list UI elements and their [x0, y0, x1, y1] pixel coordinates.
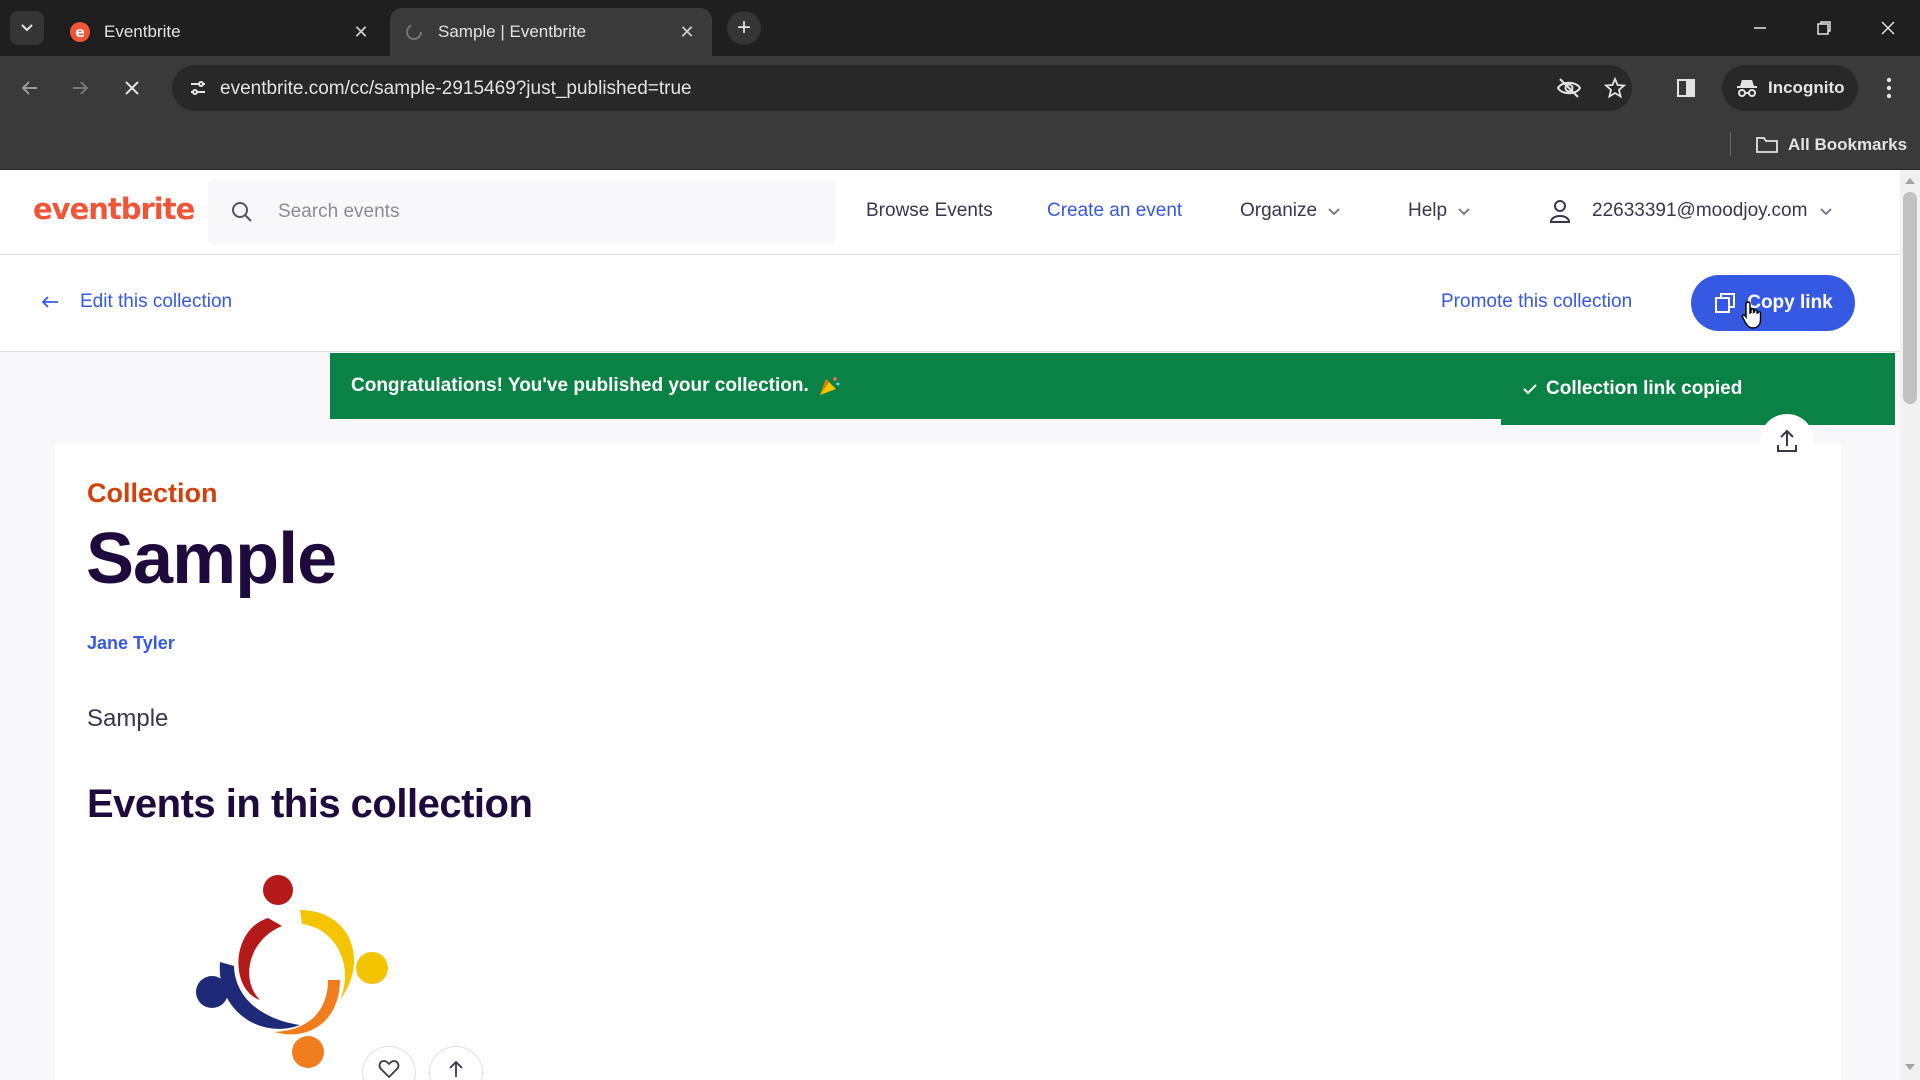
browser-toolbar: eventbrite.com/cc/sample-2915469?just_pu… — [0, 56, 1920, 120]
collection-description: Sample — [87, 705, 169, 732]
copy-icon — [1715, 293, 1736, 313]
restore-button[interactable] — [1804, 10, 1844, 46]
back-button[interactable] — [10, 68, 50, 108]
organize-label: Organize — [1240, 200, 1318, 221]
user-email: 22633391@moodjoy.com — [1592, 200, 1808, 221]
page-scrollbar[interactable] — [1900, 170, 1920, 1080]
browser-tabstrip: e Eventbrite ✕ Sample | Eventbrite ✕ + — [0, 0, 1920, 56]
scroll-up-arrow-icon[interactable] — [1904, 176, 1916, 186]
folder-icon — [1756, 137, 1778, 153]
browse-events-link[interactable]: Browse Events — [866, 200, 993, 222]
banner-message: Congratulations! You've published your c… — [351, 375, 809, 396]
site-header: eventbrite Search events Browse Events C… — [0, 170, 1900, 255]
address-bar[interactable]: eventbrite.com/cc/sample-2915469?just_pu… — [172, 65, 1632, 111]
svg-text:e: e — [75, 25, 85, 41]
close-tab-icon[interactable]: ✕ — [676, 21, 698, 43]
all-bookmarks-button[interactable]: All Bookmarks — [1756, 130, 1907, 160]
create-event-link[interactable]: Create an event — [1047, 200, 1182, 222]
upload-share-icon — [1777, 429, 1797, 452]
arrow-left-icon — [41, 296, 58, 308]
collection-eyebrow: Collection — [87, 478, 218, 508]
new-tab-button[interactable]: + — [727, 11, 761, 45]
incognito-indicator[interactable]: Incognito — [1722, 65, 1858, 111]
tab-search-button[interactable] — [10, 11, 44, 45]
chevron-down-icon — [21, 24, 33, 32]
eventbrite-favicon-icon: e — [70, 22, 90, 42]
bookmark-star-icon[interactable] — [1600, 73, 1630, 103]
community-logo-icon — [196, 875, 388, 1068]
forward-button[interactable] — [60, 68, 100, 108]
event-image[interactable] — [190, 870, 400, 1070]
eventbrite-logo[interactable]: eventbrite — [33, 192, 195, 226]
search-placeholder: Search events — [278, 201, 400, 222]
help-dropdown[interactable]: Help — [1408, 200, 1471, 222]
organizer-link[interactable]: Jane Tyler — [87, 633, 175, 654]
chevron-down-icon — [1458, 207, 1470, 215]
bookmarks-bar: All Bookmarks — [0, 120, 1920, 170]
browser-tab-sample[interactable]: Sample | Eventbrite ✕ — [390, 8, 712, 56]
url-text: eventbrite.com/cc/sample-2915469?just_pu… — [220, 78, 692, 99]
search-input[interactable]: Search events — [208, 180, 836, 244]
close-icon — [1881, 21, 1895, 35]
collection-action-bar: Edit this collection Promote this collec… — [0, 255, 1900, 352]
help-label: Help — [1408, 200, 1448, 221]
tab-title: Sample | Eventbrite — [438, 22, 587, 41]
share-collection-button[interactable] — [1760, 414, 1814, 468]
create-event-label: Create an event — [1047, 200, 1183, 221]
side-panel-button[interactable] — [1666, 68, 1706, 108]
edit-collection-label: Edit this collection — [80, 291, 233, 312]
page-title: Sample — [86, 519, 337, 599]
scrollbar-thumb[interactable] — [1903, 192, 1917, 404]
heart-icon — [378, 1060, 400, 1079]
party-popper-icon — [819, 377, 840, 395]
check-icon — [1523, 384, 1537, 395]
close-icon — [125, 81, 139, 95]
stop-loading-button[interactable] — [112, 68, 152, 108]
incognito-icon — [1737, 80, 1757, 97]
restore-icon — [1817, 21, 1831, 35]
close-tab-icon[interactable]: ✕ — [350, 21, 372, 43]
minimize-icon — [1754, 27, 1766, 29]
link-copied-toast: Collection link copied — [1501, 353, 1895, 425]
browser-menu-button[interactable] — [1872, 68, 1906, 108]
search-icon — [232, 202, 252, 222]
more-vertical-icon — [1886, 77, 1892, 99]
page-viewport: eventbrite Search events Browse Events C… — [0, 170, 1900, 1080]
tab-title: Eventbrite — [104, 22, 181, 41]
all-bookmarks-label: All Bookmarks — [1788, 135, 1908, 154]
eye-off-icon[interactable] — [1554, 73, 1584, 103]
hand-cursor-icon — [1741, 301, 1762, 329]
minimize-button[interactable] — [1740, 10, 1780, 46]
close-window-button[interactable] — [1868, 10, 1908, 46]
scroll-down-arrow-icon[interactable] — [1904, 1062, 1916, 1072]
chevron-down-icon — [1820, 207, 1833, 215]
promote-collection-link[interactable]: Promote this collection — [1441, 291, 1632, 313]
side-panel-icon — [1677, 79, 1695, 97]
site-settings-icon[interactable] — [182, 72, 214, 104]
arrow-up-icon — [449, 1060, 463, 1077]
edit-collection-link[interactable]: Edit this collection — [40, 291, 232, 313]
events-section-heading: Events in this collection — [87, 782, 533, 826]
toast-message: Collection link copied — [1546, 378, 1743, 399]
arrow-right-icon — [73, 81, 89, 95]
bookmarks-divider — [1730, 132, 1731, 156]
browser-tab-eventbrite[interactable]: e Eventbrite ✕ — [56, 8, 386, 56]
incognito-label: Incognito — [1768, 78, 1845, 97]
organize-dropdown[interactable]: Organize — [1240, 200, 1341, 222]
copy-link-button[interactable]: Copy link — [1691, 275, 1855, 331]
browse-events-label: Browse Events — [866, 200, 993, 221]
arrow-left-icon — [21, 81, 37, 95]
user-menu[interactable]: 22633391@moodjoy.com — [1548, 198, 1833, 224]
chevron-down-icon — [1328, 207, 1340, 215]
user-icon — [1549, 200, 1571, 223]
loading-favicon-icon — [404, 22, 424, 42]
